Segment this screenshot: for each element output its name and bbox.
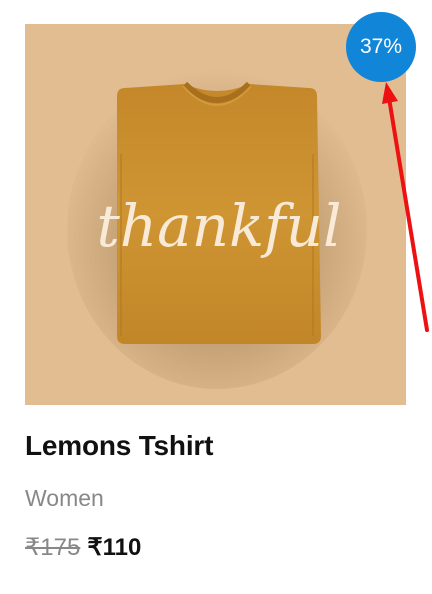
tshirt-illustration: thankful	[67, 69, 367, 389]
original-price: ₹175	[25, 534, 81, 561]
discount-badge-label: 37%	[359, 35, 403, 58]
product-image[interactable]: thankful	[25, 24, 406, 405]
tshirt-print-text: thankful	[96, 192, 341, 260]
product-category: Women	[25, 485, 104, 511]
product-title[interactable]: Lemons Tshirt	[25, 430, 213, 462]
discount-badge: 37%	[346, 12, 416, 82]
price-row: ₹175 ₹110	[25, 533, 141, 562]
product-card[interactable]: thankful 37% Lemons Tshirt Women ₹175 ₹1…	[0, 0, 432, 594]
sale-price: ₹110	[87, 534, 142, 561]
